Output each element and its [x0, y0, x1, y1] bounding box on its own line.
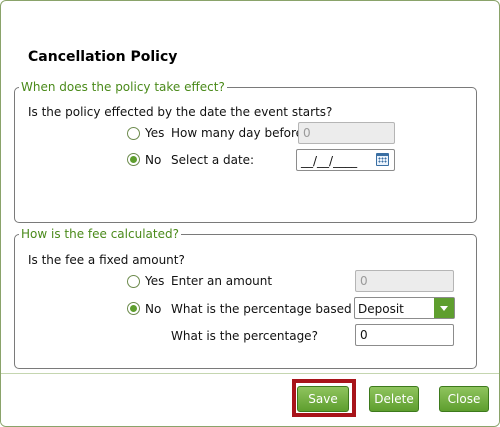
chevron-down-icon[interactable]: [434, 298, 454, 318]
effect-yes-label: Yes: [145, 126, 165, 140]
policy-effect-question: Is the policy effected by the date the e…: [28, 105, 333, 119]
effect-no-label: No: [145, 153, 162, 167]
fee-fixed-question: Is the fee a fixed amount?: [28, 253, 185, 267]
date-picker-field[interactable]: __/__/____: [296, 149, 395, 171]
percentage-label: What is the percentage?: [171, 329, 318, 343]
percentage-input[interactable]: [355, 324, 454, 346]
dialog-title: Cancellation Policy: [28, 49, 178, 65]
cancellation-policy-dialog: Cancellation Policy When does the policy…: [0, 0, 500, 427]
percentage-basis-value: Deposit: [358, 302, 404, 316]
fee-no-radio[interactable]: [127, 302, 140, 315]
percentage-basis-select[interactable]: Deposit: [354, 297, 455, 319]
enter-amount-label: Enter an amount: [171, 274, 273, 288]
policy-effect-legend: When does the policy take effect?: [21, 80, 225, 94]
fee-yes-label: Yes: [145, 274, 165, 288]
fee-calculation-legend: How is the fee calculated?: [21, 227, 179, 241]
effect-no-radio[interactable]: [127, 153, 140, 166]
select-date-label: Select a date:: [171, 153, 255, 167]
fee-yes-radio[interactable]: [127, 275, 140, 288]
date-picker-value: __/__/____: [301, 154, 358, 168]
calendar-icon[interactable]: [376, 153, 389, 166]
days-before-label: How many day before?: [171, 126, 310, 140]
effect-yes-radio[interactable]: [127, 127, 140, 140]
fee-no-label: No: [145, 302, 162, 316]
delete-button[interactable]: Delete: [369, 386, 419, 412]
close-button[interactable]: Close: [439, 386, 489, 412]
save-button[interactable]: Save: [297, 386, 349, 412]
policy-effect-group: When does the policy take effect?: [14, 80, 477, 223]
amount-input[interactable]: [355, 270, 454, 292]
dialog-footer: [1, 373, 499, 426]
percentage-basis-label: What is the percentage based on?: [171, 302, 377, 316]
days-before-input[interactable]: [298, 122, 395, 144]
